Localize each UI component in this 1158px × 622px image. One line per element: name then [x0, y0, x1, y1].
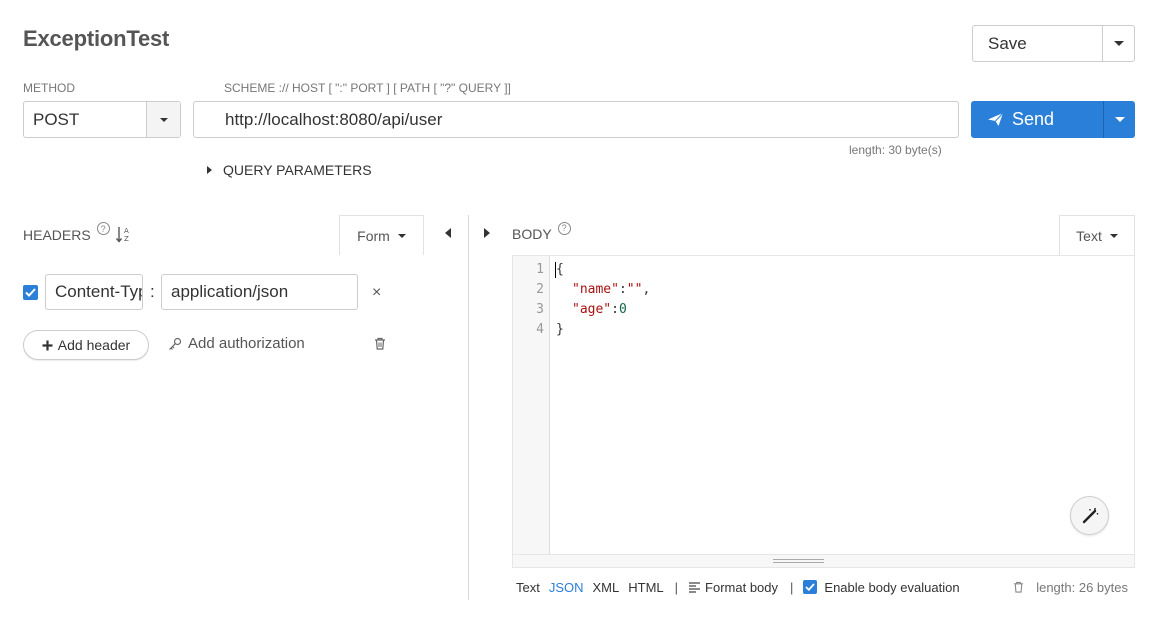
save-split-button: Save	[972, 25, 1135, 62]
collapse-headers-button[interactable]	[445, 228, 451, 238]
url-length: length: 30 byte(s)	[849, 143, 942, 157]
query-parameters-label: QUERY PARAMETERS	[223, 162, 372, 178]
format-html-link[interactable]: HTML	[628, 580, 663, 595]
help-circle-icon[interactable]: ?	[96, 222, 110, 235]
format-text-link[interactable]: Text	[516, 580, 540, 595]
method-select[interactable]: POST	[23, 101, 181, 138]
chevron-right-icon	[484, 228, 490, 238]
remove-header-button[interactable]: ×	[372, 284, 381, 302]
editor-resize-handle[interactable]	[512, 555, 1135, 568]
body-title: BODY ?	[512, 221, 571, 242]
add-authorization-button[interactable]: Add authorization	[168, 335, 305, 352]
chevron-down-icon	[397, 233, 406, 238]
send-label: Send	[1012, 109, 1055, 129]
sort-alpha-icon[interactable]: A Z	[115, 226, 130, 243]
body-footer: Text JSON XML HTML | Format body | Enabl…	[516, 578, 1135, 596]
chevron-down-icon	[1109, 233, 1118, 238]
query-parameters-toggle[interactable]: QUERY PARAMETERS	[207, 162, 372, 178]
svg-text:A: A	[124, 227, 129, 235]
headers-mode-dropdown[interactable]: Form	[339, 215, 424, 255]
chevron-down-icon	[159, 117, 168, 122]
send-split-button: Send	[971, 101, 1135, 138]
body-editor[interactable]: 1 2 3 4 { "name":"", "age":0 }	[512, 255, 1135, 555]
headers-title: HEADERS ? A Z	[23, 222, 130, 243]
magic-wand-icon	[1082, 507, 1098, 523]
method-value: POST	[33, 110, 80, 129]
trash-icon[interactable]	[1013, 581, 1024, 593]
help-circle-icon[interactable]: ?	[557, 221, 571, 235]
magic-wand-button[interactable]	[1070, 496, 1109, 535]
url-input[interactable]	[193, 101, 959, 138]
format-json-link[interactable]: JSON	[549, 580, 584, 595]
chevron-right-icon	[207, 166, 212, 174]
chevron-left-icon	[445, 228, 451, 238]
body-length: length: 26 bytes	[1036, 579, 1128, 595]
line-number: 3	[536, 302, 544, 317]
headers-label: HEADERS	[23, 226, 91, 243]
code-line: "name":"",	[572, 282, 651, 297]
checkmark-icon	[805, 583, 816, 591]
enable-eval-checkbox[interactable]	[803, 580, 818, 594]
resize-grip	[773, 559, 824, 563]
plus-icon	[42, 340, 53, 350]
body-footer-right: length: 26 bytes	[1013, 580, 1135, 595]
method-label: METHOD	[23, 81, 75, 95]
line-number: 2	[536, 282, 544, 297]
header-colon: :	[150, 282, 155, 301]
add-header-button[interactable]: Add header	[23, 330, 149, 360]
trash-icon	[375, 337, 385, 350]
body-label: BODY	[512, 226, 552, 242]
url-format-label: SCHEME :// HOST [ ":" PORT ] [ PATH [ "?…	[224, 81, 511, 95]
code-line: "age":0	[572, 302, 627, 317]
request-title: ExceptionTest	[23, 26, 170, 51]
body-mode-dropdown[interactable]: Text	[1059, 215, 1135, 255]
align-left-icon	[689, 581, 701, 593]
format-body-button[interactable]: Format body	[688, 580, 778, 595]
send-options-dropdown[interactable]	[1103, 101, 1135, 138]
svg-text:Z: Z	[124, 235, 129, 243]
format-body-label: Format body	[705, 579, 779, 595]
headers-mode-label: Form	[357, 227, 390, 244]
key-icon	[169, 337, 182, 350]
header-value-input[interactable]: application/json	[161, 274, 358, 310]
header-enabled-checkbox[interactable]	[23, 285, 38, 300]
line-number-gutter: 1 2 3 4	[513, 256, 550, 554]
method-dropdown-toggle[interactable]	[146, 102, 180, 137]
panel-divider[interactable]	[468, 215, 469, 600]
separator: |	[790, 579, 794, 595]
enable-eval-label: Enable body evaluation	[824, 579, 960, 595]
header-name-input[interactable]: Content-Type	[45, 274, 143, 310]
body-mode-label: Text	[1076, 227, 1102, 244]
line-number: 1	[536, 262, 544, 277]
clear-headers-button[interactable]	[374, 337, 386, 354]
format-xml-link[interactable]: XML	[593, 580, 620, 595]
code-line: }	[556, 322, 564, 337]
paper-plane-icon	[988, 112, 1004, 126]
separator: |	[674, 579, 679, 595]
chevron-down-icon	[1113, 41, 1124, 46]
line-number: 4	[536, 322, 544, 337]
save-options-dropdown[interactable]	[1102, 26, 1134, 61]
collapse-body-button[interactable]	[484, 228, 490, 238]
save-button[interactable]: Save	[973, 26, 1102, 61]
add-header-label: Add header	[57, 337, 131, 353]
send-button[interactable]: Send	[971, 101, 1103, 138]
checkmark-icon	[25, 288, 36, 297]
code-line: {	[556, 262, 564, 277]
add-authorization-label: Add authorization	[188, 335, 305, 352]
chevron-down-icon	[1114, 117, 1125, 122]
